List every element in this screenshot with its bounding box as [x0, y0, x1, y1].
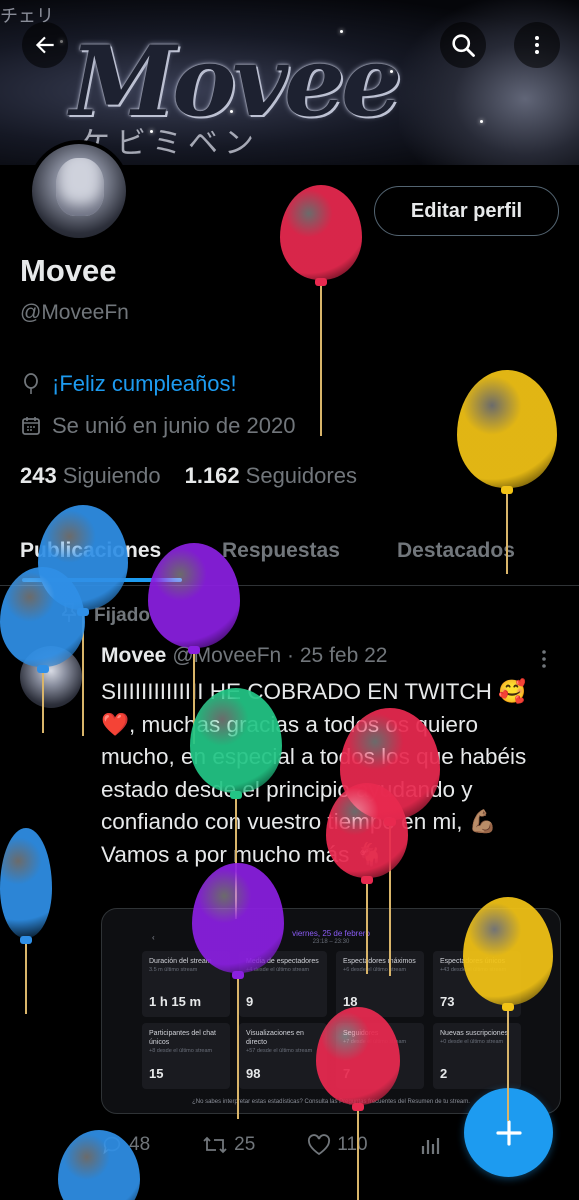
edit-profile-button[interactable]: Editar perfil: [374, 186, 559, 236]
followers-label: Seguidores: [245, 463, 357, 488]
search-icon: [452, 34, 475, 57]
profile-avatar[interactable]: [28, 140, 130, 242]
banner-figure: [399, 0, 579, 165]
following-count: 243: [20, 463, 57, 488]
more-vertical-icon: [542, 650, 546, 668]
following-link[interactable]: 243 Siguiendo: [20, 463, 161, 489]
analytics-icon: [421, 1138, 439, 1154]
post-actions: 48 25 110: [101, 1134, 441, 1156]
joined-text: Se unió en junio de 2020: [52, 413, 296, 438]
back-button[interactable]: [22, 22, 68, 68]
retweet-button[interactable]: 25: [202, 1134, 255, 1156]
back-arrow-icon: [35, 36, 54, 54]
birthday-row[interactable]: ¡Feliz cumpleaños!: [20, 371, 237, 397]
followers-count: 1.162: [184, 463, 240, 488]
like-count: 110: [337, 1134, 368, 1155]
search-button[interactable]: [440, 22, 486, 68]
balloon-icon: [20, 373, 42, 395]
plus-icon: [495, 1119, 522, 1146]
tab-destacados[interactable]: Destacados: [397, 539, 515, 563]
following-label: Siguiendo: [62, 463, 161, 488]
analytics-button[interactable]: [420, 1134, 448, 1156]
retweet-icon: [203, 1136, 227, 1154]
profile-handle: @MoveeFn: [20, 301, 129, 324]
follow-stats: 243 Siguiendo 1.162 Seguidores: [20, 463, 357, 489]
post-handle-date: @MoveeFn · 25 feb 22: [172, 644, 388, 667]
tab-respuestas[interactable]: Respuestas: [222, 539, 340, 563]
like-icon: [308, 1134, 331, 1156]
joined-row: Se unió en junio de 2020: [20, 413, 295, 439]
post-more-button[interactable]: [536, 648, 552, 675]
followers-link[interactable]: 1.162 Seguidores: [185, 463, 357, 489]
stat-card: Participantes del chat únicos +8 desde el…: [142, 1023, 230, 1089]
post-author[interactable]: Movee: [101, 644, 166, 667]
pinned-text: Fijado: [94, 605, 150, 626]
birthday-text[interactable]: ¡Feliz cumpleaños!: [52, 371, 237, 397]
calendar-icon: [20, 415, 42, 437]
profile-name: Movee: [20, 253, 117, 288]
retweet-count: 25: [234, 1134, 256, 1155]
stat-card: Visualizaciones en directo +57 desde el ú…: [239, 1023, 327, 1089]
more-options-button[interactable]: [514, 22, 560, 68]
more-vertical-icon: [535, 36, 539, 54]
post-header: Movee @MoveeFn · 25 feb 22: [101, 644, 387, 668]
